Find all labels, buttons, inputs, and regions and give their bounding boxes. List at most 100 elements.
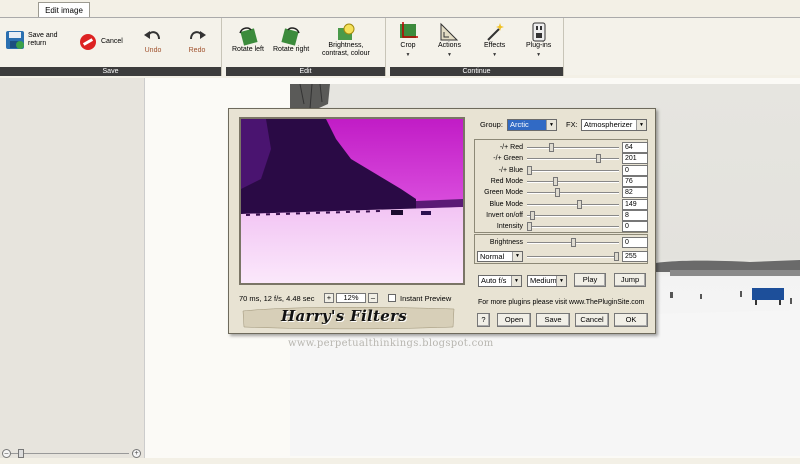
slider-thumb[interactable]: [595, 154, 601, 164]
cancel-label: Cancel: [101, 38, 123, 45]
rotate-left-label: Rotate left: [232, 46, 264, 53]
help-button[interactable]: ?: [477, 313, 490, 327]
open-button[interactable]: Open: [497, 313, 531, 327]
save-and-return-label: Save and return: [28, 32, 58, 47]
slider-value[interactable]: 8: [622, 209, 648, 221]
fx-dropdown-icon: ▼: [636, 120, 646, 130]
effects-button[interactable]: Effects ▼: [484, 22, 505, 59]
actions-button[interactable]: Actions ▼: [438, 22, 461, 59]
blend-mode-select[interactable]: Normal ▼: [477, 251, 523, 262]
quality-select[interactable]: Medium ▼: [527, 275, 567, 287]
zoom-slider[interactable]: – +: [0, 447, 145, 461]
save-preset-button[interactable]: Save: [536, 313, 570, 327]
playback-rate-select[interactable]: Auto f/s ▼: [478, 275, 522, 287]
save-and-return-button[interactable]: Save and return: [5, 30, 58, 50]
zoom-minus-button[interactable]: –: [368, 293, 378, 303]
slider-value[interactable]: 0: [622, 221, 648, 233]
slider-thumb[interactable]: [553, 176, 559, 186]
slider-thumb[interactable]: [527, 222, 532, 232]
group-dropdown-icon: ▼: [546, 120, 556, 130]
effects-dropdown-icon: ▼: [492, 52, 498, 58]
continue-group: Crop ▼ Actions ▼ Effects ▼ Plug-ins ▼ Co…: [390, 18, 564, 76]
slider-label: Green Mode: [484, 189, 523, 197]
zoom-track: [11, 453, 129, 454]
slider-value[interactable]: 76: [622, 175, 648, 187]
dialog-cancel-button[interactable]: Cancel: [575, 313, 609, 327]
tab-bar: Edit image: [0, 0, 800, 18]
slider-value[interactable]: 82: [622, 187, 648, 199]
slider-track[interactable]: [527, 203, 619, 206]
instant-preview-label: Instant Preview: [400, 294, 452, 303]
slider-track[interactable]: [527, 158, 619, 161]
opacity-slider-thumb[interactable]: [614, 252, 619, 261]
brightness-contrast-colour-button[interactable]: Brightness, contrast, colour: [322, 22, 370, 58]
preview-zoom-value[interactable]: 12%: [336, 293, 366, 303]
slider-value[interactable]: 64: [622, 142, 648, 153]
slider-track[interactable]: [527, 180, 619, 183]
fx-label: FX:: [566, 120, 578, 129]
magic-wand-icon: [486, 23, 504, 41]
opacity-value[interactable]: 255: [622, 251, 648, 262]
redo-button[interactable]: Redo: [187, 27, 207, 55]
slider-label: -/+ Red: [499, 144, 523, 151]
crop-label: Crop: [400, 42, 416, 49]
rotate-left-button[interactable]: Rotate left: [232, 26, 264, 54]
group-select[interactable]: Arctic ▼: [507, 119, 557, 131]
slider-track[interactable]: [527, 214, 619, 217]
toolbar-ribbon: Save and return Cancel Undo Redo Save Ro…: [0, 17, 800, 76]
quality-value: Medium: [530, 276, 557, 285]
slider-track[interactable]: [527, 147, 619, 149]
jump-button[interactable]: Jump: [614, 273, 646, 287]
preview-image: [241, 119, 463, 283]
actions-ruler-icon: [440, 22, 459, 41]
slider-label: Red Mode: [490, 177, 523, 185]
play-button[interactable]: Play: [574, 273, 606, 287]
continue-group-label: Continue: [390, 67, 563, 76]
dialog-title: Harry's Filters: [281, 307, 408, 325]
undo-button[interactable]: Undo: [143, 27, 163, 55]
filter-preview: [239, 117, 465, 285]
zoom-plus-button[interactable]: +: [324, 293, 334, 303]
group-label: Group:: [480, 120, 503, 129]
rotate-right-icon: [281, 27, 300, 46]
zoom-out-button[interactable]: –: [2, 449, 11, 458]
zoom-in-button[interactable]: +: [132, 449, 141, 458]
rotate-left-icon: [239, 27, 258, 46]
slider-thumb[interactable]: [527, 165, 532, 175]
instant-preview-checkbox[interactable]: [388, 294, 396, 302]
tab-edit-image[interactable]: Edit image: [38, 2, 90, 18]
slider-track[interactable]: [527, 226, 619, 229]
more-plugins-link[interactable]: For more plugins please visit www.ThePlu…: [478, 299, 645, 306]
ok-button[interactable]: OK: [614, 313, 648, 327]
plugins-button[interactable]: Plug-ins ▼: [526, 22, 551, 59]
slider-thumb[interactable]: [548, 143, 554, 152]
fx-select[interactable]: Atmospherizer ▼: [581, 119, 647, 131]
brightness-lightbulb-icon: [337, 23, 355, 40]
slider-value[interactable]: 149: [622, 198, 648, 210]
brightness-slider-thumb[interactable]: [570, 238, 576, 247]
crop-button[interactable]: Crop ▼: [398, 22, 418, 59]
blend-panel: Brightness 0 Normal ▼ 255: [474, 234, 648, 264]
actions-label: Actions: [438, 42, 461, 49]
slider-track[interactable]: [527, 169, 619, 172]
opacity-slider-track[interactable]: [527, 256, 619, 258]
brightness-slider-row: Brightness 0: [475, 237, 649, 248]
brightness-value[interactable]: 0: [622, 237, 648, 248]
slider-track[interactable]: [527, 192, 619, 195]
group-selected-value: Arctic: [510, 120, 529, 129]
slider-thumb[interactable]: [577, 199, 583, 209]
save-group-label: Save: [0, 67, 221, 76]
edit-group: Rotate left Rotate right Brightness, con…: [226, 18, 386, 76]
slider-value[interactable]: 201: [622, 153, 648, 165]
slider-thumb[interactable]: [529, 210, 535, 220]
slider-label: Invert on/off: [486, 211, 523, 219]
cancel-button[interactable]: Cancel: [78, 32, 123, 52]
plugins-label: Plug-ins: [526, 42, 552, 49]
brightness-slider-label: Brightness: [489, 239, 523, 246]
filter-slider-row: Invert on/off 8: [475, 209, 649, 221]
slider-value[interactable]: 0: [622, 164, 648, 176]
zoom-thumb[interactable]: [17, 449, 24, 458]
crop-icon: [400, 22, 418, 38]
rotate-right-button[interactable]: Rotate right: [273, 26, 309, 54]
slider-thumb[interactable]: [554, 188, 560, 198]
